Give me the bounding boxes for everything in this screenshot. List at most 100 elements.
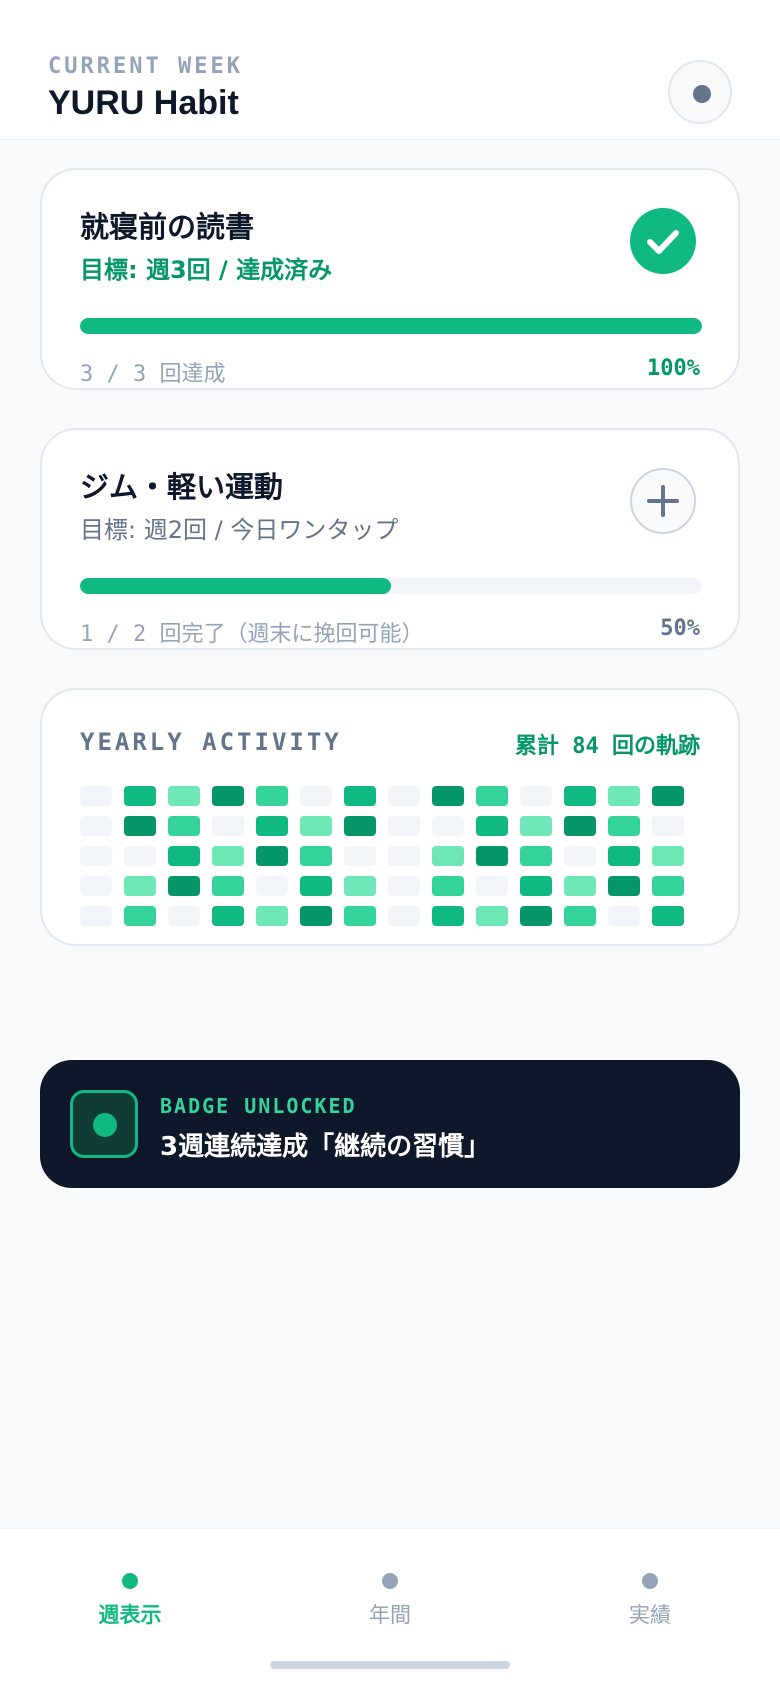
nav-label: 実績 [629, 1603, 671, 1627]
activity-cell [388, 906, 420, 926]
habit-progress-percent: 50% [660, 616, 700, 641]
activity-cell [476, 846, 508, 866]
nav-item-achievements[interactable]: 実績 [570, 1573, 730, 1633]
activity-title: YEARLY ACTIVITY [80, 728, 342, 756]
activity-cell [344, 846, 376, 866]
habit-goal: 目標: 週3回 / 達成済み [80, 256, 333, 284]
plus-icon [647, 485, 679, 517]
activity-cell [344, 876, 376, 896]
activity-cell [256, 816, 288, 836]
habit-progress-bar [80, 318, 702, 334]
badge-title: 3週連続達成「継続の習慣」 [160, 1132, 491, 1162]
habit-add-button[interactable] [630, 468, 696, 534]
activity-cell [608, 906, 640, 926]
activity-cell [300, 816, 332, 836]
activity-cell [124, 816, 156, 836]
activity-cell [564, 846, 596, 866]
habit-card-gym[interactable]: ジム・軽い運動 目標: 週2回 / 今日ワンタップ 1 / 2 回完了（週末に挽… [40, 428, 740, 650]
app-title: YURU Habit [48, 84, 239, 122]
activity-cell [344, 786, 376, 806]
activity-cell [256, 876, 288, 896]
activity-cell [652, 786, 684, 806]
habit-progress-bar [80, 578, 702, 594]
nav-item-week[interactable]: 週表示 [50, 1573, 210, 1633]
activity-cell [300, 906, 332, 926]
home-indicator [270, 1661, 510, 1669]
activity-cell [652, 906, 684, 926]
activity-cell [124, 846, 156, 866]
activity-cell [168, 906, 200, 926]
activity-cell [476, 816, 508, 836]
activity-cell [520, 846, 552, 866]
habit-title: 就寝前の読書 [80, 210, 255, 244]
activity-cell [388, 786, 420, 806]
nav-achievements-icon [642, 1573, 658, 1589]
activity-cell [608, 816, 640, 836]
activity-cell [168, 876, 200, 896]
habit-title: ジム・軽い運動 [80, 470, 284, 504]
activity-cell [608, 846, 640, 866]
activity-cell [520, 786, 552, 806]
habit-card-reading[interactable]: 就寝前の読書 目標: 週3回 / 達成済み 3 / 3 回達成 100% [40, 168, 740, 390]
nav-label: 年間 [369, 1603, 411, 1627]
profile-icon [693, 85, 711, 103]
badge-banner[interactable]: BADGE UNLOCKED 3週連続達成「継続の習慣」 [40, 1060, 740, 1188]
activity-cell [300, 846, 332, 866]
check-icon [647, 230, 679, 254]
activity-cell [564, 876, 596, 896]
habit-progress-percent: 100% [647, 356, 700, 381]
activity-cell [168, 846, 200, 866]
activity-cell [432, 816, 464, 836]
activity-cell [168, 816, 200, 836]
activity-cell [168, 786, 200, 806]
activity-cell [608, 786, 640, 806]
activity-heatmap [80, 786, 684, 926]
activity-cell [476, 906, 508, 926]
activity-card: YEARLY ACTIVITY 累計 84 回の軌跡 [40, 688, 740, 946]
activity-cell [388, 846, 420, 866]
activity-cell [124, 876, 156, 896]
badge-label: BADGE UNLOCKED [160, 1094, 357, 1118]
habit-progress-text: 3 / 3 回達成 [80, 362, 226, 387]
activity-cell [520, 906, 552, 926]
activity-cell [652, 816, 684, 836]
activity-cell [212, 816, 244, 836]
activity-cell [608, 876, 640, 896]
nav-label: 週表示 [98, 1603, 162, 1627]
activity-cell [476, 786, 508, 806]
activity-cell [432, 786, 464, 806]
activity-cell [124, 786, 156, 806]
habit-progress-fill [80, 318, 702, 334]
activity-cell [564, 816, 596, 836]
nav-week-icon [122, 1573, 138, 1589]
activity-cell [80, 906, 112, 926]
app-header: CURRENT WEEK YURU Habit [0, 0, 780, 140]
activity-cell [124, 906, 156, 926]
activity-cell [564, 906, 596, 926]
activity-cell [80, 876, 112, 896]
activity-cell [256, 846, 288, 866]
activity-cell [432, 846, 464, 866]
activity-cell [80, 786, 112, 806]
activity-cell [520, 876, 552, 896]
activity-cell [652, 876, 684, 896]
activity-cell [80, 816, 112, 836]
week-label: CURRENT WEEK [48, 54, 243, 79]
habit-progress-fill [80, 578, 391, 594]
nav-year-icon [382, 1573, 398, 1589]
activity-cell [256, 786, 288, 806]
profile-button[interactable] [668, 60, 732, 124]
activity-cell [432, 876, 464, 896]
activity-cell [80, 846, 112, 866]
bottom-nav: 週表示 年間 実績 [0, 1528, 780, 1688]
habit-done-button[interactable] [630, 208, 696, 274]
badge-icon-dot [93, 1113, 117, 1137]
habit-goal: 目標: 週2回 / 今日ワンタップ [80, 516, 399, 544]
activity-cell [344, 816, 376, 836]
nav-item-year[interactable]: 年間 [310, 1573, 470, 1633]
activity-cell [300, 786, 332, 806]
activity-cell [212, 846, 244, 866]
activity-cell [212, 786, 244, 806]
badge-icon [70, 1090, 138, 1158]
activity-cell [256, 906, 288, 926]
